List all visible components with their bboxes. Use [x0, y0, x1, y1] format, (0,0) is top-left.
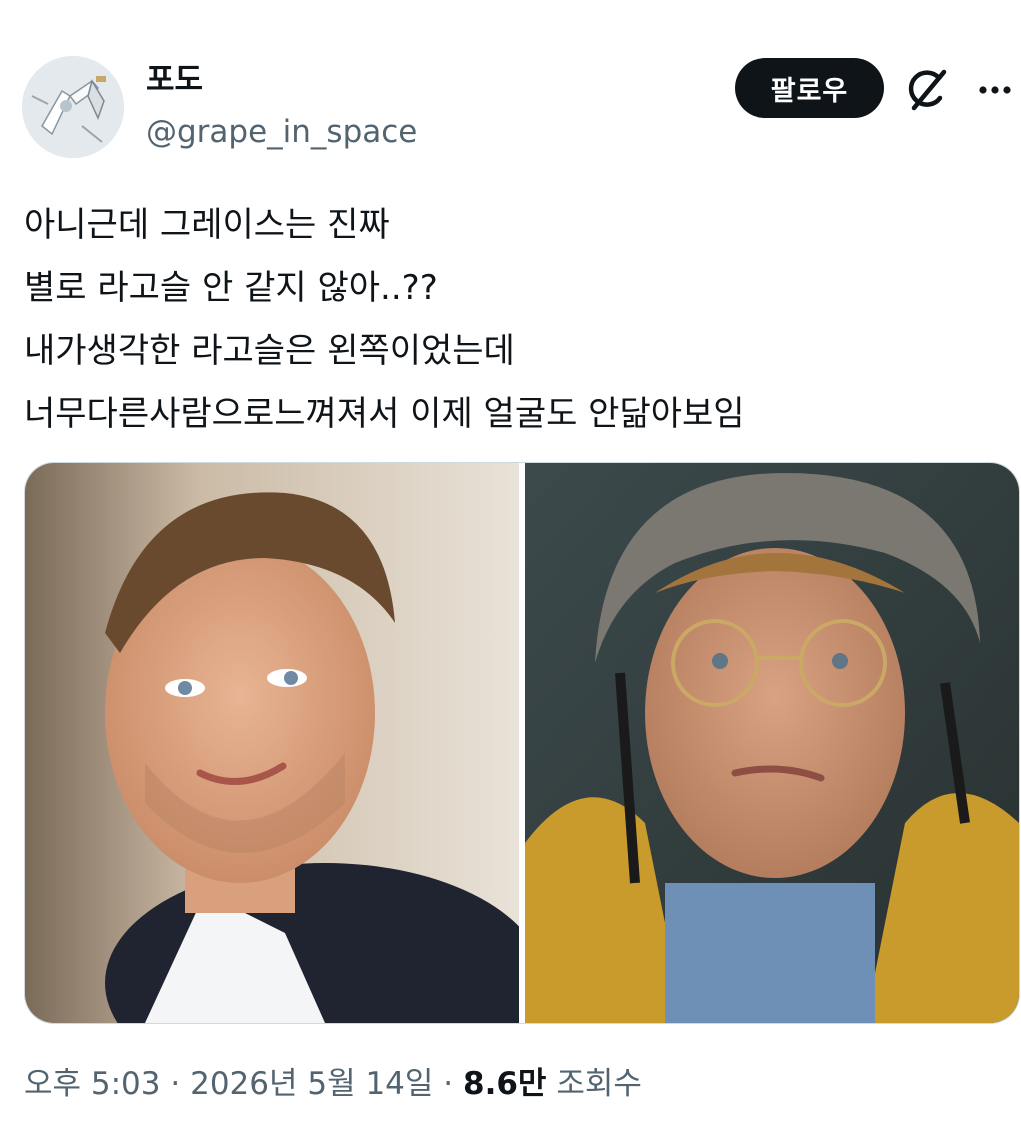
follow-button[interactable]: 팔로우 — [735, 58, 884, 118]
tweet-line: 내가생각한 라고슬은 왼쪽이었는데 — [24, 331, 515, 371]
tweet-line: 아니근데 그레이스는 진짜 — [24, 205, 390, 245]
views-count[interactable]: 8.6만 — [463, 1066, 546, 1102]
more-icon[interactable] — [975, 72, 1015, 108]
meta-separator: · — [443, 1066, 454, 1102]
meta-separator: · — [170, 1066, 181, 1102]
grok-icon[interactable] — [906, 68, 950, 112]
tweet-date[interactable]: 2026년 5월 14일 — [190, 1066, 433, 1102]
media-photo-right[interactable] — [525, 463, 1019, 1023]
tweet-line: 너무다른사람으로느껴져서 이제 얼굴도 안닮아보임 — [24, 394, 745, 434]
tweet-meta: 오후 5:03 · 2026년 5월 14일 · 8.6만 조회수 — [24, 1064, 642, 1104]
tweet-line: 별로 라고슬 안 같지 않아..?? — [24, 268, 438, 308]
tweet-time[interactable]: 오후 5:03 — [24, 1066, 161, 1102]
user-handle[interactable]: @grape_in_space — [146, 114, 417, 150]
avatar[interactable] — [22, 56, 124, 158]
views-label[interactable]: 조회수 — [556, 1066, 642, 1102]
media-photo-left[interactable] — [25, 463, 519, 1023]
display-name[interactable]: 포도 — [146, 62, 203, 98]
avatar-image — [22, 56, 124, 158]
media-grid — [24, 462, 1020, 1024]
tweet-text: 아니근데 그레이스는 진짜 별로 라고슬 안 같지 않아..?? 내가생각한 라… — [24, 194, 1004, 446]
